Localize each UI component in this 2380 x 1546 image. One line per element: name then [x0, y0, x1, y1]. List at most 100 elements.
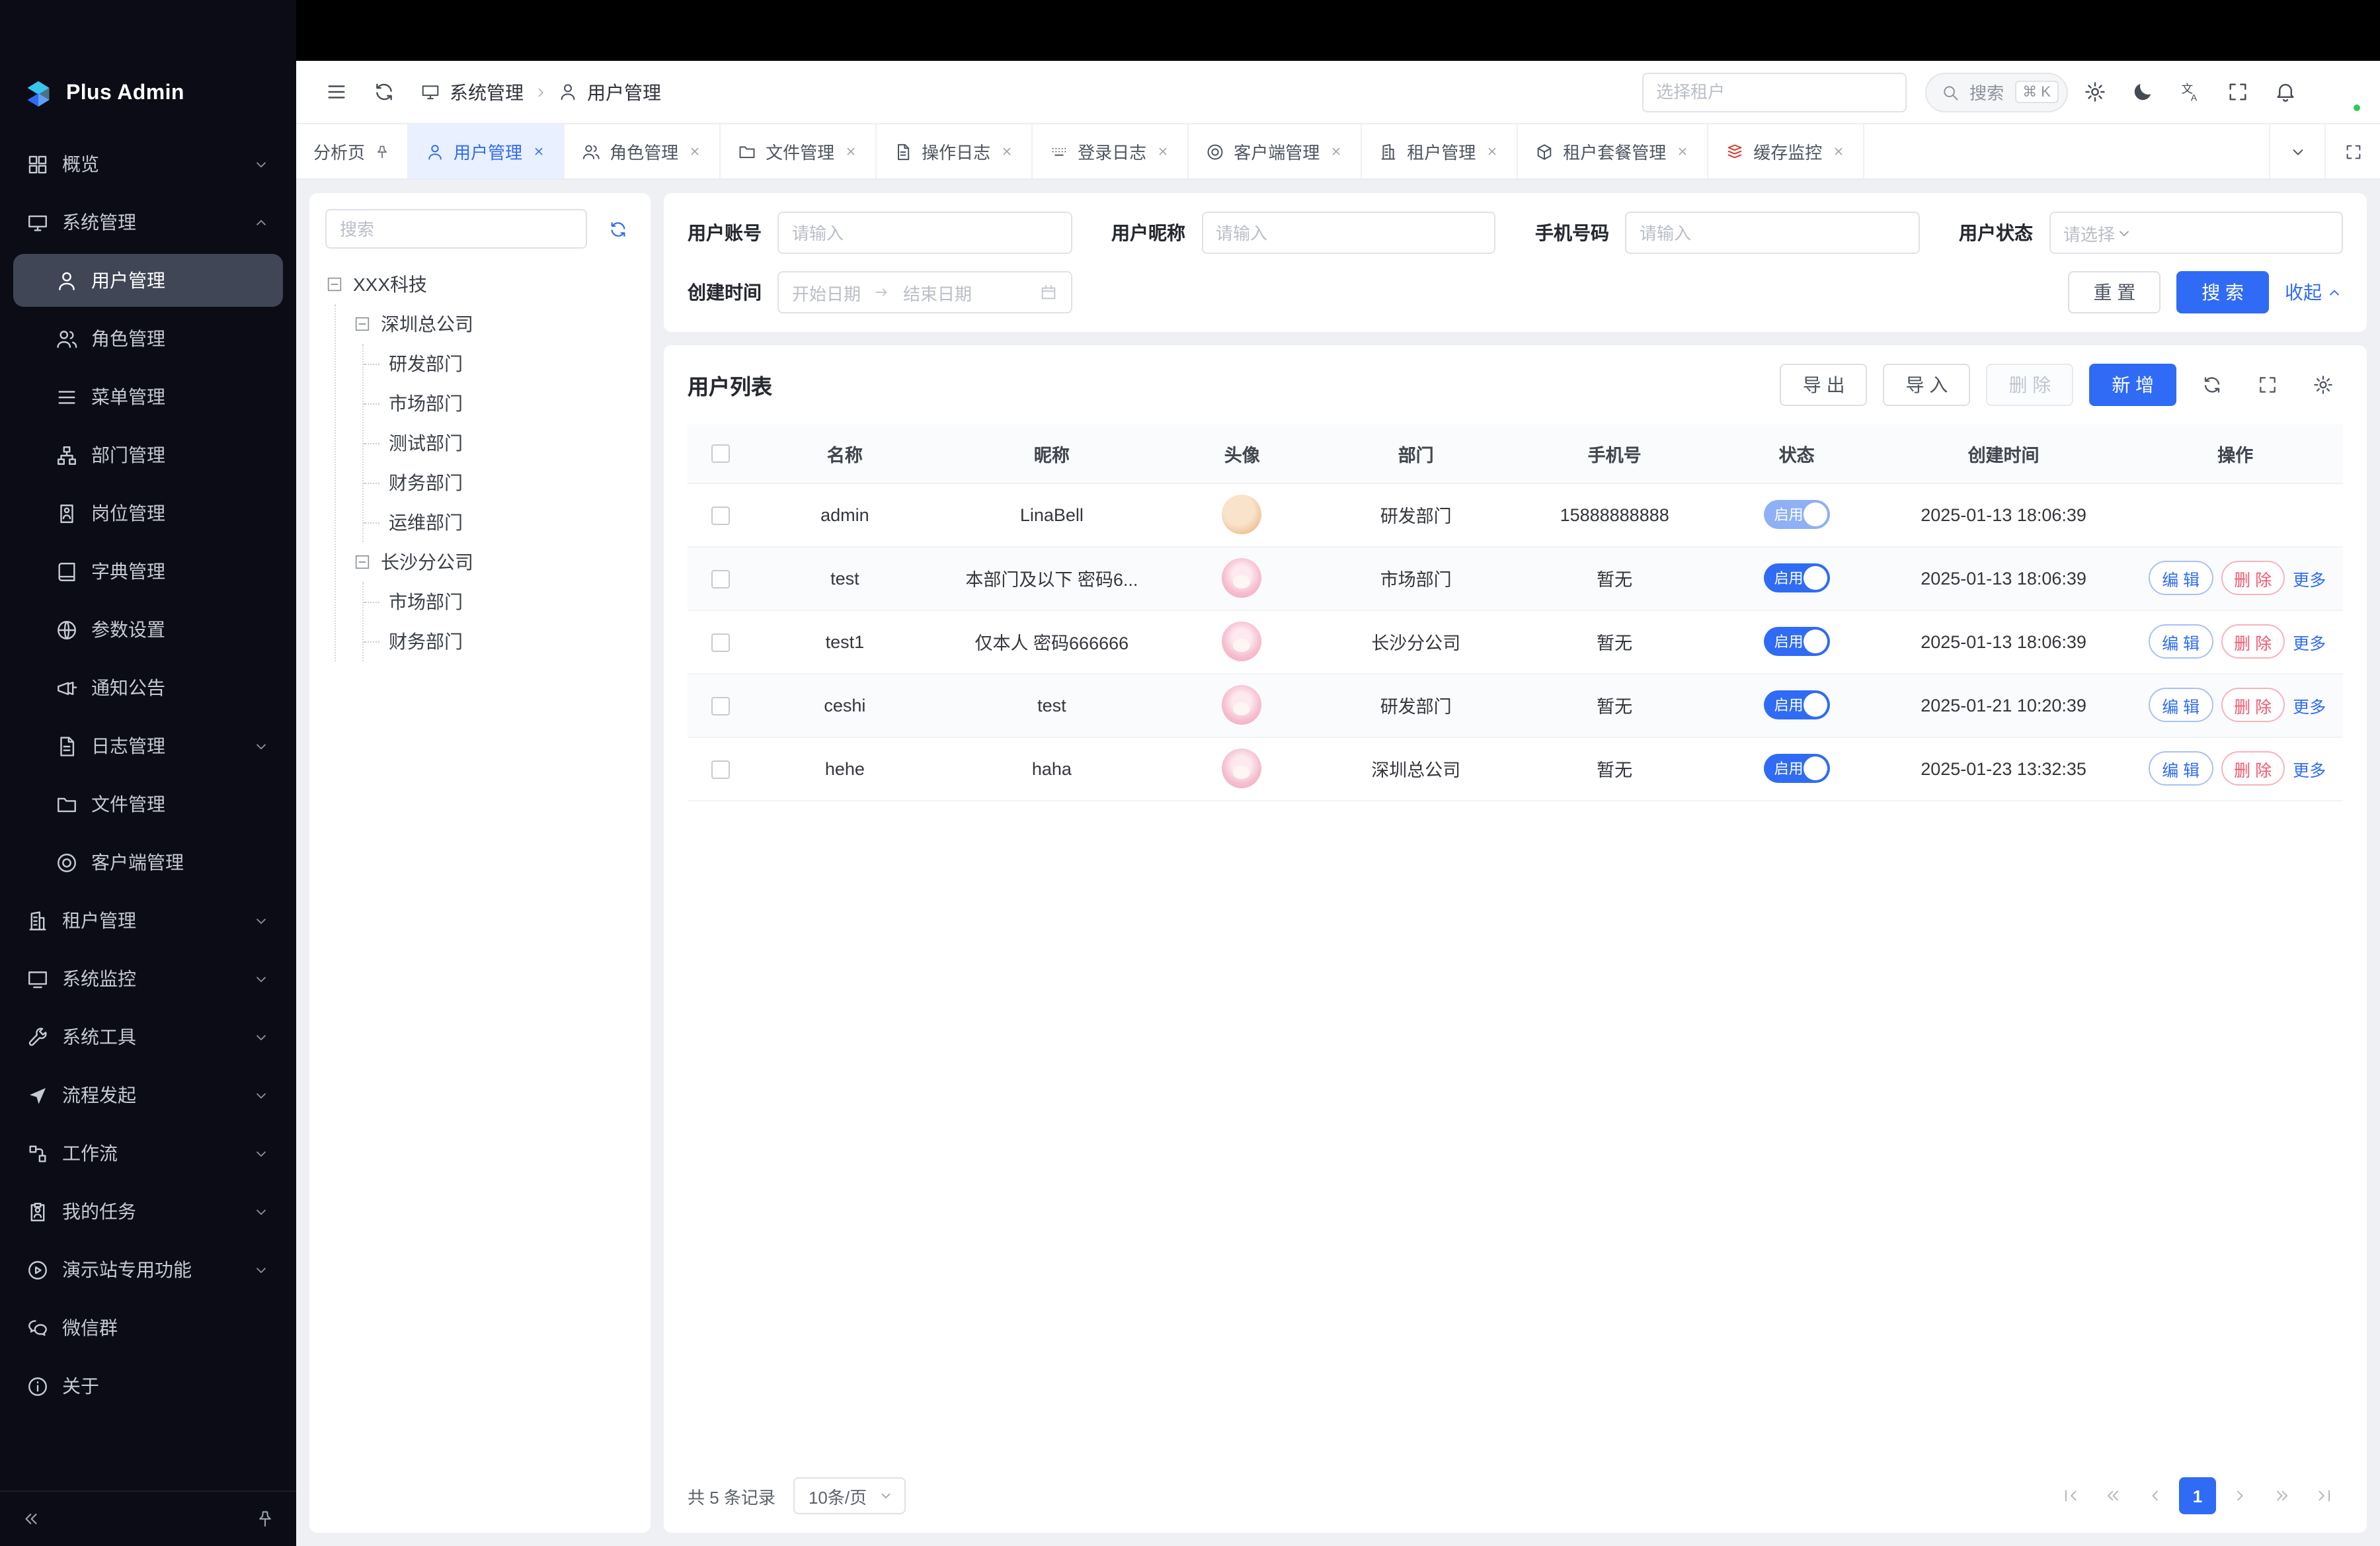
- phone-input[interactable]: [1625, 212, 1919, 254]
- user-avatar-button[interactable]: [2322, 72, 2361, 112]
- more-button[interactable]: 更多: [2293, 761, 2326, 780]
- tabs-dropdown-button[interactable]: [2269, 124, 2324, 179]
- close-icon[interactable]: [1831, 144, 1846, 159]
- tab-tenant-management[interactable]: 租户管理: [1362, 124, 1518, 179]
- tree-node[interactable]: 运维部门: [381, 503, 635, 542]
- sidebar-item-workflow[interactable]: 工作流: [13, 1127, 283, 1180]
- column-header[interactable]: 名称: [754, 425, 935, 483]
- close-icon[interactable]: [1156, 144, 1170, 159]
- sidebar-item-dept-management[interactable]: 部门管理: [13, 428, 283, 481]
- row-checkbox[interactable]: [711, 760, 730, 778]
- more-button[interactable]: 更多: [2293, 571, 2326, 589]
- jump-prev-button[interactable]: [2094, 1477, 2131, 1514]
- breadcrumb-item-system[interactable]: 系统管理: [450, 79, 524, 105]
- sidebar-item-tenant-management[interactable]: 租户管理: [13, 894, 283, 947]
- row-checkbox[interactable]: [711, 569, 730, 588]
- tree-collapse-toggle[interactable]: [353, 315, 372, 333]
- add-button[interactable]: 新 增: [2089, 364, 2176, 406]
- column-header[interactable]: 状态: [1714, 425, 1879, 483]
- tab-role-management[interactable]: 角色管理: [565, 124, 721, 179]
- settings-button[interactable]: [2073, 71, 2116, 113]
- refresh-page-button[interactable]: [362, 71, 405, 113]
- fullscreen-button[interactable]: [2216, 71, 2258, 113]
- page-size-select[interactable]: 10条/页: [794, 1477, 905, 1514]
- export-button[interactable]: 导 出: [1780, 364, 1868, 406]
- first-page-button[interactable]: [2052, 1477, 2089, 1514]
- notifications-button[interactable]: [2264, 71, 2306, 113]
- import-button[interactable]: 导 入: [1884, 364, 1971, 406]
- tree-node[interactable]: 财务部门: [381, 463, 635, 503]
- page-1-button[interactable]: 1: [2179, 1477, 2216, 1514]
- edit-button[interactable]: 编 辑: [2149, 751, 2213, 786]
- column-header[interactable]: 部门: [1316, 425, 1515, 483]
- tree-node[interactable]: 市场部门: [381, 384, 635, 423]
- tree-collapse-toggle[interactable]: [325, 275, 344, 294]
- jump-next-button[interactable]: [2264, 1477, 2301, 1514]
- sidebar-item-param-settings[interactable]: 参数设置: [13, 603, 283, 656]
- status-toggle[interactable]: 启用: [1764, 500, 1830, 529]
- close-icon[interactable]: [1329, 144, 1343, 159]
- sidebar-item-menu-management[interactable]: 菜单管理: [13, 370, 283, 423]
- app-logo[interactable]: Plus Admin: [0, 61, 296, 127]
- column-header[interactable]: 操作: [2127, 425, 2343, 483]
- tree-refresh-button[interactable]: [600, 212, 635, 246]
- pin-icon[interactable]: [374, 143, 390, 159]
- row-checkbox[interactable]: [711, 696, 730, 715]
- table-fullscreen-button[interactable]: [2248, 365, 2287, 405]
- column-header[interactable]: 头像: [1168, 425, 1316, 483]
- sidebar-item-system-tools[interactable]: 系统工具: [13, 1010, 283, 1063]
- sidebar-item-file-management[interactable]: 文件管理: [13, 778, 283, 831]
- tab-file-management[interactable]: 文件管理: [721, 124, 877, 179]
- sidebar-item-post-management[interactable]: 岗位管理: [13, 487, 283, 540]
- edit-button[interactable]: 编 辑: [2149, 561, 2213, 595]
- status-toggle[interactable]: 启用: [1764, 627, 1830, 656]
- search-button[interactable]: 搜 索: [2176, 271, 2269, 313]
- tree-collapse-toggle[interactable]: [353, 553, 372, 571]
- sidebar-item-about[interactable]: 关于: [13, 1360, 283, 1412]
- last-page-button[interactable]: [2306, 1477, 2343, 1514]
- edit-button[interactable]: 编 辑: [2149, 688, 2213, 722]
- close-icon[interactable]: [1485, 144, 1499, 159]
- status-toggle[interactable]: 启用: [1764, 690, 1830, 719]
- tree-node[interactable]: XXX科技: [325, 264, 635, 304]
- tree-node[interactable]: 测试部门: [381, 423, 635, 463]
- row-delete-button[interactable]: 删 除: [2221, 624, 2285, 659]
- sidebar-item-user-management[interactable]: 用户管理: [13, 254, 283, 307]
- tree-node[interactable]: 长沙分公司: [353, 542, 635, 582]
- status-select[interactable]: 请选择: [2049, 212, 2343, 254]
- close-icon[interactable]: [844, 144, 858, 159]
- sidebar-item-role-management[interactable]: 角色管理: [13, 312, 283, 365]
- sidebar-item-wechat-group[interactable]: 微信群: [13, 1301, 283, 1354]
- sidebar-item-dict-management[interactable]: 字典管理: [13, 545, 283, 598]
- tree-search-input[interactable]: [325, 209, 587, 249]
- tenant-select-input[interactable]: [1642, 72, 1906, 112]
- row-delete-button[interactable]: 删 除: [2221, 751, 2285, 786]
- close-icon[interactable]: [1000, 144, 1014, 159]
- more-button[interactable]: 更多: [2293, 698, 2326, 716]
- prev-page-button[interactable]: [2137, 1477, 2174, 1514]
- sidebar-item-my-tasks[interactable]: 我的任务: [13, 1185, 283, 1238]
- status-toggle[interactable]: 启用: [1764, 563, 1830, 592]
- tree-node[interactable]: 市场部门: [381, 582, 635, 622]
- sidebar-item-overview[interactable]: 概览: [13, 138, 283, 190]
- delete-button[interactable]: 删 除: [1986, 364, 2073, 406]
- pin-sidebar-button[interactable]: [255, 1509, 275, 1529]
- tree-node[interactable]: 财务部门: [381, 622, 635, 661]
- theme-toggle-button[interactable]: [2121, 71, 2163, 113]
- tab-login-log[interactable]: 登录日志: [1033, 124, 1189, 179]
- row-delete-button[interactable]: 删 除: [2221, 561, 2285, 595]
- sidebar-item-process-start[interactable]: 流程发起: [13, 1069, 283, 1121]
- collapse-sidebar-button[interactable]: [21, 1509, 41, 1529]
- next-page-button[interactable]: [2221, 1477, 2258, 1514]
- nickname-input[interactable]: [1201, 212, 1495, 254]
- global-search[interactable]: 搜索 ⌘ K: [1924, 72, 2068, 112]
- sidebar-item-demo-features[interactable]: 演示站专用功能: [13, 1243, 283, 1296]
- row-checkbox[interactable]: [711, 633, 730, 651]
- status-toggle[interactable]: 启用: [1764, 754, 1830, 783]
- tab-client-management[interactable]: 客户端管理: [1189, 124, 1362, 179]
- column-header[interactable]: 昵称: [936, 425, 1168, 483]
- date-range-picker[interactable]: 开始日期 结束日期: [777, 271, 1072, 313]
- select-all-checkbox[interactable]: [711, 445, 730, 464]
- tab-user-management[interactable]: 用户管理: [409, 124, 565, 179]
- column-header[interactable]: 创建时间: [1880, 425, 2128, 483]
